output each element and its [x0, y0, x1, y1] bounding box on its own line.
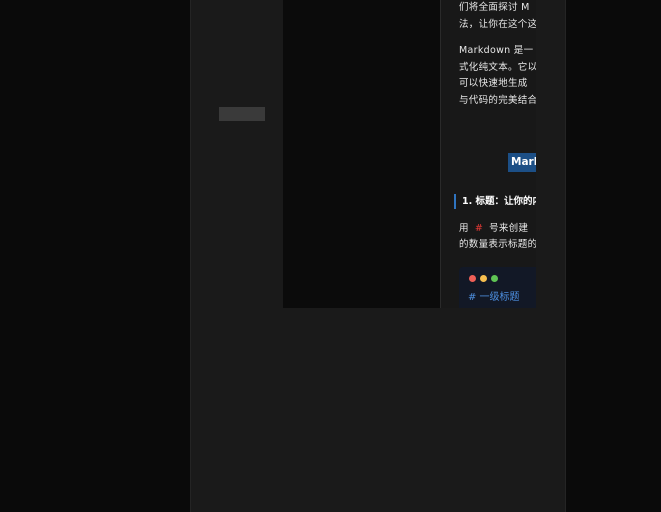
- paragraph-line: Markdown 是一: [459, 45, 534, 56]
- intro-line: 法，让你在这个这: [459, 18, 536, 30]
- paragraph-line: 式化纯文本。它以: [459, 61, 536, 73]
- section-badge: Markdown: [508, 153, 536, 172]
- paragraph-line: 与代码的完美结合: [459, 94, 536, 106]
- body-line: 用 # 号来创建: [459, 221, 536, 237]
- thumbnail-placeholder: [219, 107, 265, 121]
- preview-pane: [283, 0, 441, 308]
- window-dot-green-icon: [491, 275, 498, 282]
- article-content: 们将全面探讨 M 法，让你在这个这 Markdown 是一 式化纯文本。它以 可…: [441, 0, 536, 308]
- body-line-2: 的数量表示标题的: [459, 239, 536, 250]
- window-dot-yellow-icon: [480, 275, 487, 282]
- window-dot-red-icon: [469, 275, 476, 282]
- markdown-paragraph: Markdown 是一 式化纯文本。它以 可以快速地生成 与代码的完美结合: [459, 43, 536, 109]
- code-line: # 一级标题: [468, 292, 520, 303]
- inline-hash-code: #: [474, 223, 484, 234]
- body-prefix: 用: [459, 223, 469, 234]
- intro-paragraph: 们将全面探讨 M 法，让你在这个这: [459, 0, 536, 33]
- code-block: # 一级标题: [459, 267, 536, 308]
- section-heading: 1. 标题：让你的内容层次分明: [454, 194, 536, 209]
- intro-line: 们将全面探讨 M: [459, 2, 530, 13]
- paragraph-line: 可以快速地生成: [459, 78, 528, 89]
- body-suffix: 号来创建: [489, 223, 529, 234]
